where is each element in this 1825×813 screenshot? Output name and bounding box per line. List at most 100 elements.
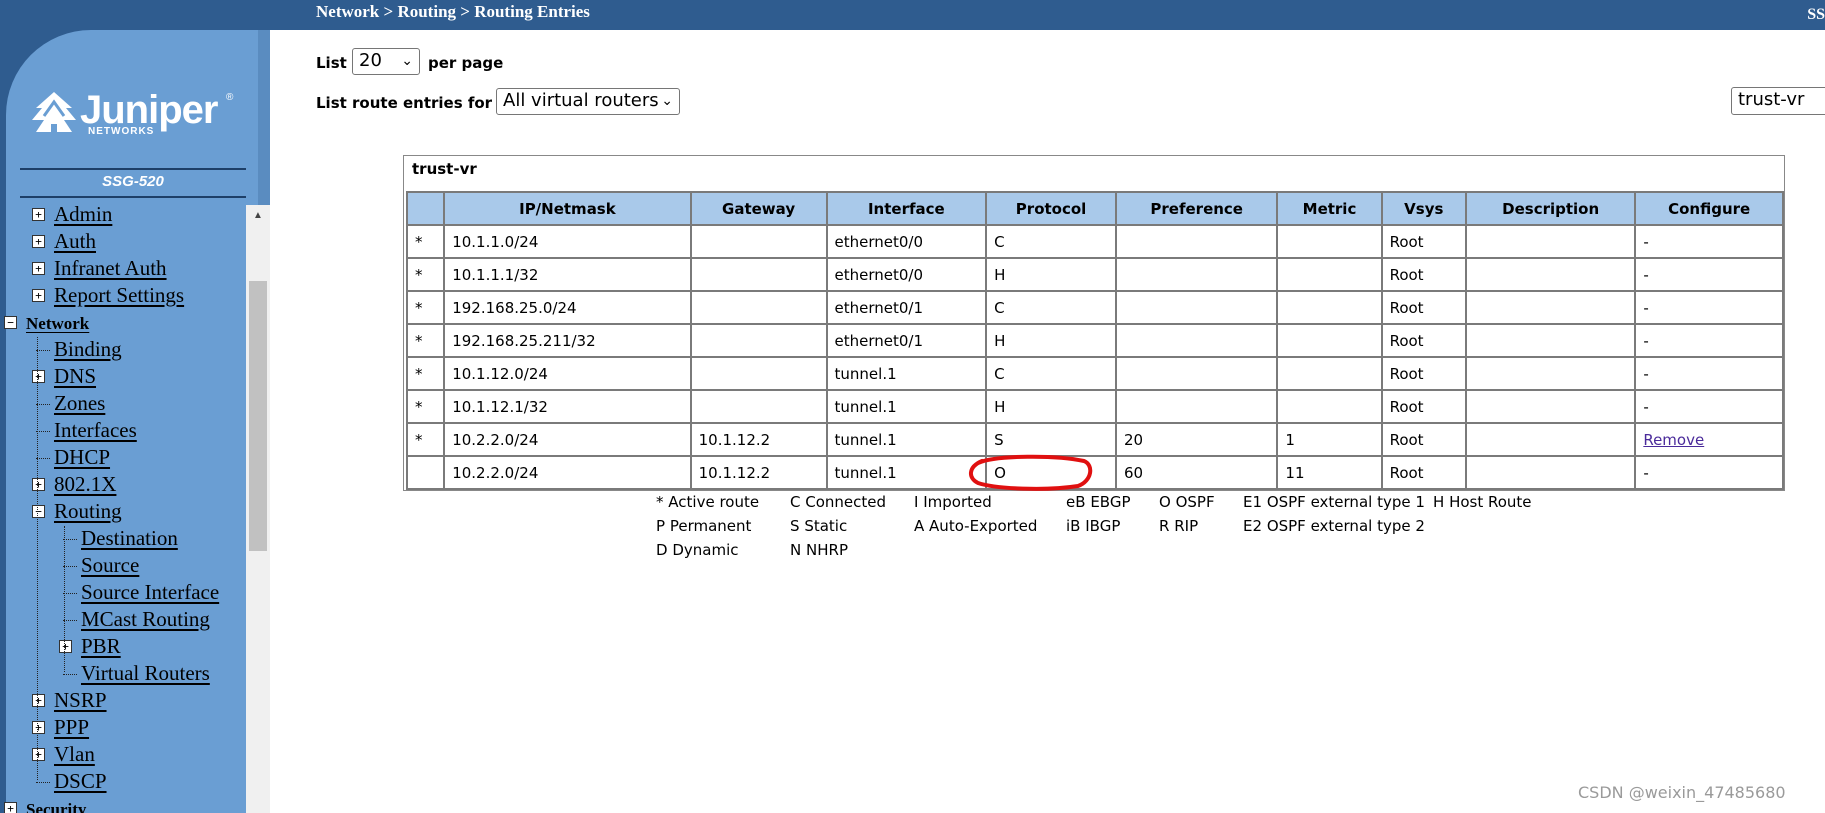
table-cell: 192.168.25.211/32 — [443, 323, 692, 358]
table-cell — [1464, 224, 1637, 259]
legend-code: S — [790, 517, 800, 535]
sidebar-item-destination[interactable]: Destination — [81, 526, 178, 551]
expand-toggle-icon[interactable]: + — [32, 262, 45, 275]
legend-code: I — [914, 493, 919, 511]
nav-tree: + Admin + Auth + Infranet Auth + Report Setting… — [0, 200, 246, 813]
sidebar-item-dhcp[interactable]: DHCP — [54, 445, 110, 470]
sidebar-item-802-1x[interactable]: 802.1X — [54, 472, 116, 497]
sidebar-item-network[interactable]: Network — [26, 310, 89, 335]
expand-toggle-icon[interactable]: + — [32, 370, 45, 383]
legend-item: R RIP — [1159, 517, 1198, 535]
juniper-logo[interactable]: Juniper ® NETWORKS — [30, 88, 250, 140]
sidebar-item-mcast-routing[interactable]: MCast Routing — [81, 607, 210, 632]
table-cell — [689, 356, 828, 391]
sidebar-item-label: DHCP — [54, 445, 111, 469]
legend-text: Connected — [805, 493, 887, 511]
table-cell: 20 — [1114, 422, 1279, 457]
remove-route-link[interactable]: Remove — [1634, 422, 1784, 457]
sidebar-item-report-settings[interactable]: Report Settings — [54, 283, 184, 308]
table-cell — [689, 224, 828, 259]
expand-toggle-icon[interactable]: + — [32, 478, 45, 491]
column-header-metric: Metric — [1276, 191, 1383, 226]
table-cell: ethernet0/0 — [825, 257, 988, 292]
table-cell: Root — [1380, 455, 1468, 490]
table-row: * 10.1.12.1/32 tunnel.1 H Root - — [405, 389, 1784, 424]
tree-connector — [63, 566, 77, 567]
table-cell: C — [985, 224, 1117, 259]
legend-text: Permanent — [669, 517, 752, 535]
sidebar-item-label: Admin — [54, 202, 113, 226]
sidebar-item-binding[interactable]: Binding — [54, 337, 122, 362]
expand-toggle-icon[interactable]: − — [4, 316, 17, 329]
sidebar-item-ppp[interactable]: PPP — [54, 715, 89, 740]
logo-registered-mark: ® — [226, 92, 234, 103]
table-cell: 10.1.12.1/32 — [443, 389, 692, 424]
sidebar-item-label: Vlan — [54, 742, 95, 766]
legend-code: E2 — [1243, 517, 1263, 535]
expand-toggle-icon[interactable]: − — [32, 505, 45, 518]
legend-text: IBGP — [1085, 517, 1121, 535]
sidebar-item-nsrp[interactable]: NSRP — [54, 688, 107, 713]
table-cell — [1464, 323, 1637, 358]
sidebar-item-dscp[interactable]: DSCP — [54, 769, 107, 794]
sidebar-item-dns[interactable]: DNS — [54, 364, 96, 389]
sidebar-item-admin[interactable]: Admin — [54, 202, 112, 227]
legend-item: S Static — [790, 517, 847, 535]
table-cell: * — [405, 389, 446, 424]
sidebar-item-label: Zones — [54, 391, 106, 415]
expand-toggle-icon[interactable]: + — [32, 721, 45, 734]
sidebar-item-label: DNS — [54, 364, 97, 388]
expand-toggle-icon[interactable]: + — [32, 208, 45, 221]
sidebar-item-vlan[interactable]: Vlan — [54, 742, 95, 767]
legend-item: E2 OSPF external type 2 — [1243, 517, 1425, 535]
column-header-ip-netmask: IP/Netmask — [443, 191, 692, 226]
table-cell: 1 — [1276, 422, 1383, 457]
table-header-row: IP/Netmask Gateway Interface Protocol Prefer… — [405, 191, 1784, 226]
expand-toggle-icon[interactable]: + — [32, 289, 45, 302]
sidebar-item-security[interactable]: Security — [26, 796, 86, 813]
sidebar-item-auth[interactable]: Auth — [54, 229, 96, 254]
virtual-router-select[interactable]: trust-vr — [1731, 87, 1825, 115]
legend-text: EBGP — [1090, 493, 1131, 511]
watermark: CSDN @weixin_47485680 — [1578, 783, 1786, 802]
table-cell: - — [1634, 257, 1784, 292]
virtual-router-value: trust-vr — [1738, 89, 1805, 110]
tree-connector — [63, 674, 77, 675]
nav-scrollbar[interactable]: ▲ — [246, 205, 270, 813]
scroll-up-arrow-icon[interactable]: ▲ — [246, 205, 270, 227]
table-row: * 10.1.1.0/24 ethernet0/0 C Root - — [405, 224, 1784, 259]
sidebar-item-zones[interactable]: Zones — [54, 391, 105, 416]
expand-toggle-icon[interactable]: + — [32, 748, 45, 761]
red-annotation-circle — [969, 454, 1093, 491]
per-page-label: per page — [428, 54, 504, 72]
table-cell: - — [1634, 224, 1784, 259]
table-cell: 11 — [1276, 455, 1383, 490]
page-size-select[interactable]: 20 ⌄ — [352, 48, 420, 75]
sidebar-item-source-interface[interactable]: Source Interface — [81, 580, 219, 605]
table-cell: 192.168.25.0/24 — [443, 290, 692, 325]
scrollbar-thumb[interactable] — [249, 281, 267, 551]
expand-toggle-icon[interactable]: + — [59, 640, 72, 653]
expand-toggle-icon[interactable]: + — [32, 694, 45, 707]
sidebar-item-pbr[interactable]: PBR — [81, 634, 121, 659]
virtual-router-filter-select[interactable]: All virtual routers ⌄ — [496, 88, 680, 115]
table-cell — [1114, 224, 1279, 259]
sidebar-item-label: PBR — [81, 634, 121, 658]
legend-text: NHRP — [806, 541, 848, 559]
expand-toggle-icon[interactable]: + — [32, 235, 45, 248]
sidebar-item-label: MCast Routing — [81, 607, 210, 631]
column-header-interface: Interface — [825, 191, 988, 226]
legend-item: E1 OSPF external type 1 — [1243, 493, 1425, 511]
sidebar-item-infranet-auth[interactable]: Infranet Auth — [54, 256, 167, 281]
column-header-flag — [405, 191, 446, 226]
sidebar-item-routing[interactable]: Routing — [54, 499, 122, 524]
sidebar-item-label: Source — [81, 553, 140, 577]
sidebar-item-interfaces[interactable]: Interfaces — [54, 418, 137, 443]
sidebar-item-virtual-routers[interactable]: Virtual Routers — [81, 661, 210, 686]
expand-toggle-icon[interactable]: + — [4, 802, 17, 813]
table-cell: * — [405, 323, 446, 358]
tree-connector — [64, 526, 65, 672]
table-cell — [689, 389, 828, 424]
sidebar-item-source[interactable]: Source — [81, 553, 139, 578]
tree-connector — [63, 539, 77, 540]
